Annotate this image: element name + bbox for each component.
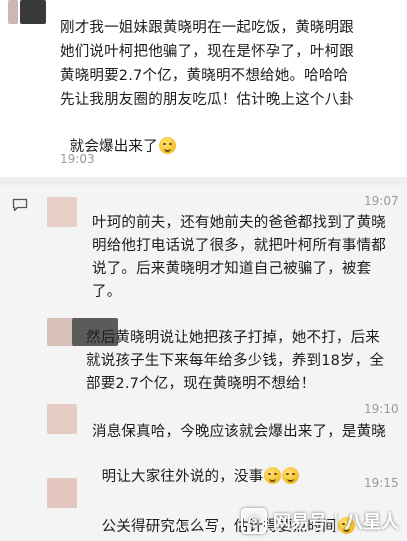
watermark-separator: | [332, 510, 339, 532]
comment-timestamp: 19:10 [364, 402, 399, 416]
comment-3-line-2-text: 明让大家往外说的，没事 [101, 469, 264, 485]
comment-1-line-1: 叶珂的前夫，还有她前夫的爸爸都找到了黄晓 [92, 215, 386, 231]
comment-2-line-2: 就说孩子生下来每年给多少钱，养到18岁，全 [86, 353, 385, 369]
comment-3-line-1: 消息保真哈，今晚应该就会爆出来了，是黄晓 [92, 424, 386, 440]
watermark: ◎ 网易号 | 八星人 [240, 507, 399, 535]
comment-1-line-2: 明给他打电话说了很多，就把叶柯所有事情都 [92, 238, 386, 254]
comment-1-line-3: 说了。后来黄晓明才知道自己被骗了，被套 [92, 261, 372, 277]
grin-sweat-emoji-icon [158, 137, 176, 154]
comment-1-line-4: 了。 [92, 284, 122, 300]
commenter-avatar-blurred [47, 478, 77, 508]
grin-sweat-emoji-icon [282, 467, 300, 484]
comment-2-line-3: 部要2.7个亿，现在黄晓明不想给！ [86, 376, 316, 392]
watermark-brand: 网易号 [272, 512, 327, 533]
post-line-2: 她们说叶柯把他骗了，现在是怀孕了，叶柯跟 [60, 44, 354, 60]
comment-timestamp: 19:15 [364, 476, 399, 490]
comment-2-line-1: 然后黄晓明说让她把孩子打掉，她不打，后来 [86, 330, 380, 346]
comment-3-line-2: 明让大家往外说的，没事 [92, 444, 300, 488]
netease-logo-icon: ◎ [240, 508, 267, 534]
commenter-avatar-blurred [47, 197, 77, 227]
comment-timestamp: 19:07 [364, 194, 399, 208]
post-line-1: 刚才我一姐妹跟黄晓明在一起吃饭，黄晓明跟 [60, 20, 354, 36]
grin-sweat-emoji-icon [264, 467, 282, 484]
post-line-4: 先让我朋友圈的朋友吃瓜！估计晚上这个八卦 [60, 92, 354, 108]
watermark-account: 八星人 [345, 512, 399, 533]
commenter-avatar-blurred [47, 404, 77, 434]
poster-avatar-blurred [8, 0, 18, 24]
comment-bubble-icon [12, 198, 28, 212]
section-divider [0, 177, 407, 185]
poster-name-blurred [20, 0, 46, 24]
post-line-3: 黄晓明要2.7个亿，黄晓明不想给她。哈哈哈 [60, 68, 349, 84]
post-timestamp: 19:03 [60, 152, 95, 166]
